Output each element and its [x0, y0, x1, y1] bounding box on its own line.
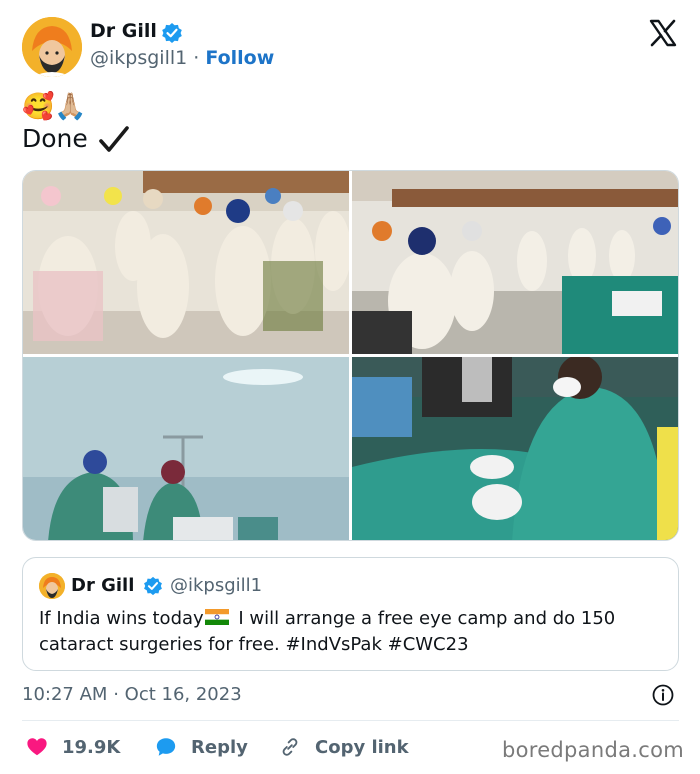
tweet-emojis: 🥰🙏🏼: [22, 92, 87, 122]
info-icon[interactable]: [652, 684, 674, 706]
tweet-time[interactable]: 10:27 AM: [22, 684, 107, 705]
follow-button[interactable]: Follow: [205, 47, 274, 69]
link-icon: [282, 738, 298, 756]
quoted-verified-badge-icon: [144, 576, 162, 596]
like-button[interactable]: 19.9K: [26, 734, 120, 760]
copy-link-label: Copy link: [315, 736, 409, 758]
india-flag-icon: [204, 609, 229, 625]
reply-bubble-icon: [156, 738, 176, 756]
copy-link-button[interactable]: Copy link: [279, 734, 409, 760]
tweet-card: Dr Gill @ikpsgill1 · Follow 🥰🙏🏼 Done Dr …: [0, 0, 700, 774]
boredpanda-watermark: boredpanda.com: [501, 738, 684, 762]
photo-waiting-room-1[interactable]: [23, 171, 349, 354]
quoted-author-name: Dr Gill: [71, 575, 135, 596]
tweet-date[interactable]: Oct 16, 2023: [125, 684, 242, 705]
verified-badge-icon: [162, 23, 182, 43]
like-count: 19.9K: [62, 736, 121, 758]
quoted-tweet[interactable]: Dr Gill @ikpsgill1 If India wins today I…: [22, 557, 679, 671]
tweet-timestamp[interactable]: 10:27 AM · Oct 16, 2023: [22, 684, 242, 705]
reply-label: Reply: [191, 736, 248, 758]
handle-separator: ·: [193, 47, 200, 69]
check-mark-icon: [99, 126, 129, 152]
timestamp-separator: ·: [113, 684, 119, 705]
media-grid: [22, 170, 679, 541]
quoted-author-handle: @ikpsgill1: [170, 575, 263, 596]
quoted-tweet-text: If India wins today I will arrange a fre…: [39, 606, 659, 658]
x-logo-icon[interactable]: [648, 18, 678, 48]
author-handle[interactable]: @ikpsgill1: [90, 47, 187, 69]
heart-icon: [27, 738, 47, 756]
tweet-text: Done: [22, 124, 88, 153]
photo-waiting-room-2[interactable]: [352, 171, 678, 354]
author-name[interactable]: Dr Gill: [90, 20, 157, 42]
photo-cataract-surgery[interactable]: [352, 357, 678, 540]
quoted-text-part-1: If India wins today: [39, 608, 204, 629]
photo-operating-theatre[interactable]: [23, 357, 349, 540]
author-avatar[interactable]: [22, 17, 82, 77]
author-handle-row: @ikpsgill1 · Follow: [90, 47, 274, 69]
divider: [22, 720, 679, 721]
quoted-author-avatar: [39, 573, 65, 599]
reply-button[interactable]: Reply: [155, 734, 248, 760]
